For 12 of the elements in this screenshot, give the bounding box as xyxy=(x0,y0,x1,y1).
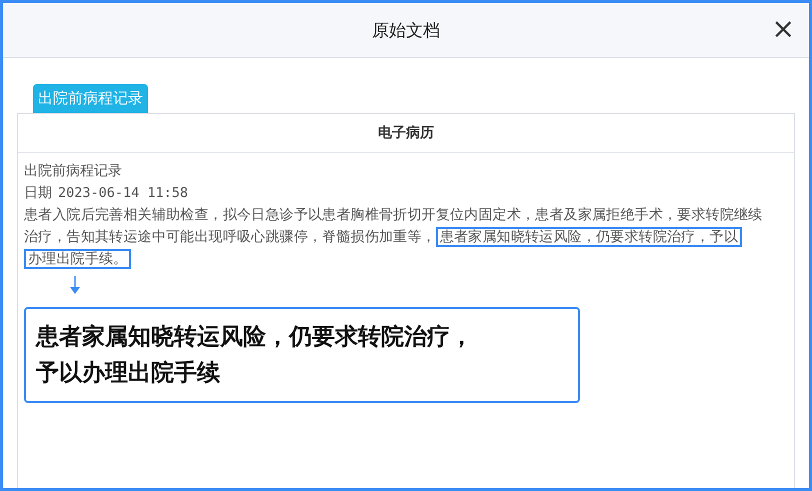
highlight: 患者家属知晓转运风险，仍要求转院治疗，予以 xyxy=(436,227,742,247)
callout-text: 予以办理出院手续 xyxy=(36,359,221,388)
down-arrow-icon xyxy=(70,276,80,294)
date-value: 2023-06-14 11:58 xyxy=(58,184,188,203)
highlight: 办理出院手续。 xyxy=(24,249,132,269)
record-title: 出院前病程记录 xyxy=(24,162,123,181)
close-button[interactable]: × xyxy=(768,15,799,43)
record-text: 患者入院后完善相关辅助检查，拟今日急诊予以患者胸椎骨折切开复位内固定术，患者及家属拒绝手术，要求转院继续治疗，告知其转运途中可能出现呼吸心跳骤停，脊髓损伤加重等， 患者家属知晓转运风险，仍要求转院治疗，予以 办理出院手续。 xyxy=(24,206,764,270)
callout-text: 患者家属知晓转运风险，仍要求转院治疗， xyxy=(36,323,474,352)
date-label: 日期 xyxy=(24,184,52,203)
dialog-title: 原始文档 xyxy=(372,20,440,42)
document-heading: 电子病历 xyxy=(378,124,434,142)
